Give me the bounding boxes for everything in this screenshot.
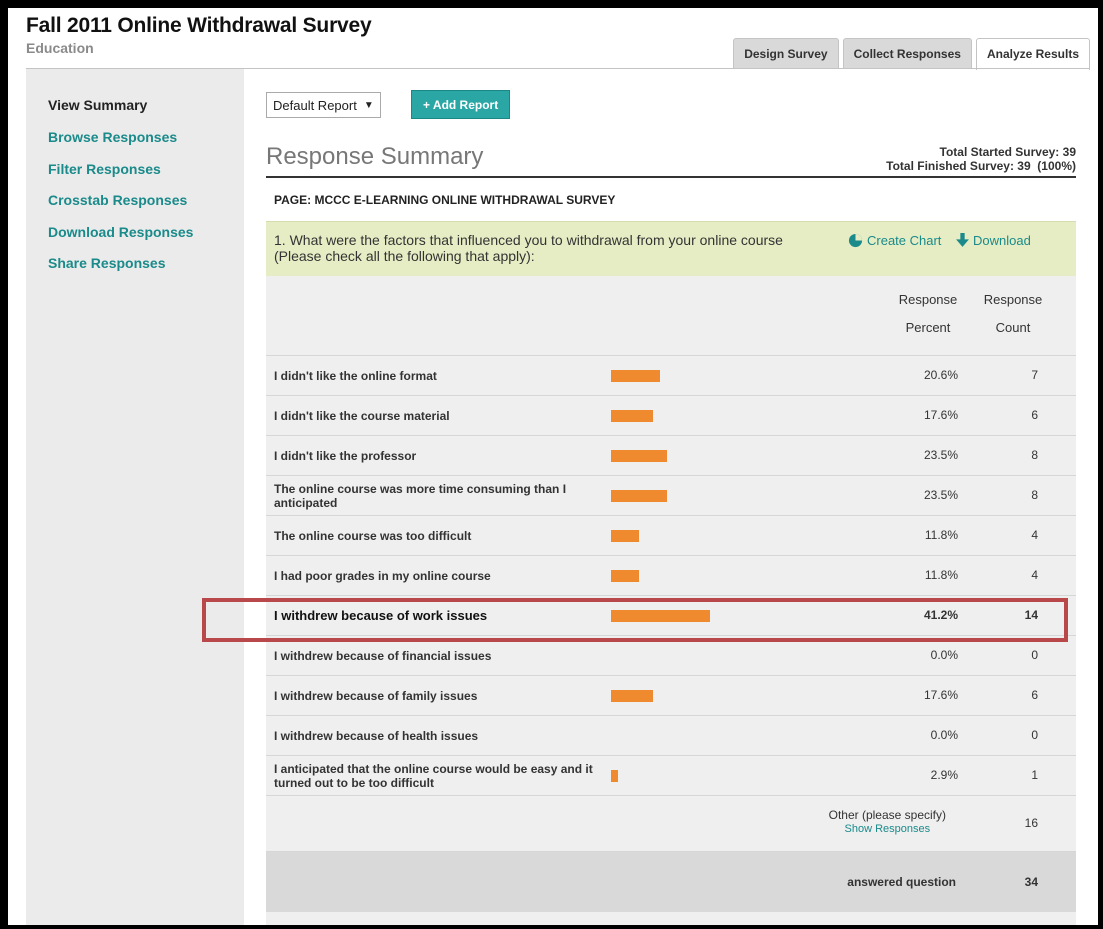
table-row: The online course was more time consumin… <box>266 476 1076 516</box>
create-chart-label: Create Chart <box>867 233 942 248</box>
response-percent-bar <box>611 690 653 702</box>
highlight-annotation <box>202 598 1068 642</box>
main-tabs: Design Survey Collect Responses Analyze … <box>733 38 1090 70</box>
answer-choice-label: The online course was more time consumin… <box>274 481 567 510</box>
answer-choice-label: The online course was too difficult <box>274 528 472 543</box>
total-started: Total Started Survey: 39 <box>939 145 1077 159</box>
response-percent: 0.0% <box>930 728 958 742</box>
response-count: 6 <box>1031 408 1038 422</box>
tab-collect-responses[interactable]: Collect Responses <box>842 38 972 68</box>
report-select[interactable]: Default Report ▼ <box>266 92 381 118</box>
response-percent: 17.6% <box>923 408 958 422</box>
other-count: 16 <box>1024 816 1038 830</box>
response-count: 1 <box>1031 768 1038 782</box>
answer-choice-label: I anticipated that the online course wou… <box>274 761 593 790</box>
col-header-percent-line1: Response <box>898 292 958 307</box>
response-percent: 23.5% <box>923 448 958 462</box>
page-title: Response Summary <box>266 143 484 170</box>
col-header-percent: Response Percent <box>888 286 968 342</box>
survey-page-label: PAGE: MCCC E-LEARNING ONLINE WITHDRAWAL … <box>274 193 616 207</box>
answered-question-row: answered question 34 <box>266 852 1076 912</box>
response-percent-bar <box>611 490 667 502</box>
report-select-value: Default Report <box>273 97 357 113</box>
response-percent: 17.6% <box>923 688 958 702</box>
response-percent-bar <box>611 570 639 582</box>
table-row: I had poor grades in my online course 11.… <box>266 556 1076 596</box>
sidebar-item-view-summary[interactable]: View Summary <box>48 97 147 113</box>
answer-choice-label: I didn't like the course material <box>274 408 450 423</box>
response-count: 6 <box>1031 688 1038 702</box>
pie-chart-icon <box>848 233 863 248</box>
col-header-count-line1: Response <box>983 292 1043 307</box>
table-row: I didn't like the professor 23.5% 8 <box>266 436 1076 476</box>
question-text: 1. What were the factors that influenced… <box>274 232 783 264</box>
response-percent-bar <box>611 370 660 382</box>
download-link[interactable]: Download <box>956 233 1031 248</box>
download-label: Download <box>973 233 1031 248</box>
answer-choice-label: I withdrew because of health issues <box>274 728 479 743</box>
answer-choice-label: I had poor grades in my online course <box>274 568 491 583</box>
download-arrow-icon <box>956 233 969 247</box>
col-header-count: Response Count <box>975 286 1051 342</box>
table-header: Response Percent Response Count <box>266 276 1076 356</box>
response-percent-bar <box>611 410 653 422</box>
table-row: I withdrew because of health issues 0.0% 0 <box>266 716 1076 756</box>
sidebar-item-filter-responses[interactable]: Filter Responses <box>48 161 161 177</box>
table-row: I withdrew because of family issues 17.6%… <box>266 676 1076 716</box>
caret-down-icon: ▼ <box>363 99 374 111</box>
col-header-count-line2: Count <box>995 320 1031 335</box>
response-percent: 23.5% <box>923 488 958 502</box>
response-count: 8 <box>1031 448 1038 462</box>
tab-design-survey[interactable]: Design Survey <box>733 38 839 68</box>
main-content: Default Report ▼ + Add Report Response S… <box>266 69 1076 925</box>
response-percent: 11.8% <box>924 528 958 542</box>
response-count: 4 <box>1031 528 1038 542</box>
survey-category: Education <box>26 40 94 56</box>
answered-label: answered question <box>847 875 956 889</box>
col-header-percent-line2: Percent <box>905 320 951 335</box>
sidebar-item-share-responses[interactable]: Share Responses <box>48 255 166 271</box>
other-label: Other (please specify) <box>828 808 946 822</box>
table-row: I didn't like the online format 20.6% 7 <box>266 356 1076 396</box>
response-percent-bar <box>611 770 618 782</box>
show-responses-link[interactable]: Show Responses <box>829 822 946 836</box>
total-finished: Total Finished Survey: 39 (100%) <box>886 159 1076 173</box>
answer-choice-label: I withdrew because of family issues <box>274 688 478 703</box>
response-percent-bar <box>611 450 667 462</box>
sidebar-item-download-responses[interactable]: Download Responses <box>48 224 193 240</box>
survey-totals: Total Started Survey: 39 Total Finished … <box>886 145 1076 173</box>
response-count: 4 <box>1031 568 1038 582</box>
other-row: Other (please specify) Show Responses 16 <box>266 796 1076 852</box>
table-row: The online course was too difficult 11.8%… <box>266 516 1076 556</box>
response-percent: 2.9% <box>930 768 958 782</box>
table-row: I anticipated that the online course wou… <box>266 756 1076 796</box>
response-count: 0 <box>1031 728 1038 742</box>
sidebar-item-browse-responses[interactable]: Browse Responses <box>48 129 177 145</box>
sidebar-item-crosstab-responses[interactable]: Crosstab Responses <box>48 192 187 208</box>
table-row: I withdrew because of financial issues 0.… <box>266 636 1076 676</box>
response-percent-bar <box>611 530 639 542</box>
sidebar: View Summary Browse Responses Filter Res… <box>26 69 244 925</box>
answer-choice-label: I didn't like the online format <box>274 368 437 383</box>
question-header: 1. What were the factors that influenced… <box>266 221 1076 277</box>
create-chart-link[interactable]: Create Chart <box>848 233 941 248</box>
response-percent: 20.6% <box>923 368 958 382</box>
add-report-button[interactable]: + Add Report <box>411 90 511 119</box>
answered-count: 34 <box>1024 875 1038 889</box>
summary-divider <box>266 176 1076 178</box>
table-row: I didn't like the course material 17.6% 6 <box>266 396 1076 436</box>
page-frame: Fall 2011 Online Withdrawal Survey Educa… <box>8 8 1098 925</box>
response-count: 8 <box>1031 488 1038 502</box>
other-specify: Other (please specify) Show Responses <box>829 808 946 836</box>
answer-choice-label: I didn't like the professor <box>274 448 417 463</box>
response-count: 7 <box>1031 368 1038 382</box>
tab-analyze-results[interactable]: Analyze Results <box>975 38 1090 70</box>
survey-title: Fall 2011 Online Withdrawal Survey <box>26 14 372 37</box>
response-percent: 11.8% <box>924 568 958 582</box>
